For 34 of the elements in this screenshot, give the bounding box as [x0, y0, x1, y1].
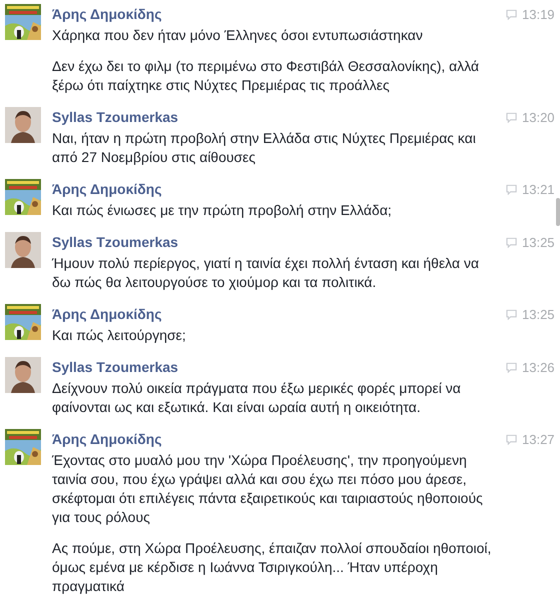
sender-name[interactable]: Syllas Tzoumerkas: [52, 234, 178, 250]
message-text: Δείχνουν πολύ οικεία πράγματα που έξω μερικές φορές μπορεί να φαίνονται ως και εξωτικά. Και είναι ωραία αυτή η οικειότητα.: [52, 379, 462, 417]
message-text: Και πώς ένιωσες με την πρώτη προβολή στην Ελλάδα;: [52, 201, 393, 220]
message-time: 13:21: [522, 182, 555, 196]
person-avatar-icon[interactable]: [5, 107, 41, 143]
message-time: 13:25: [522, 234, 555, 250]
comment-icon: [506, 236, 517, 248]
person-avatar-icon[interactable]: [5, 357, 41, 393]
sender-name[interactable]: Syllas Tzoumerkas: [52, 359, 178, 375]
message-text: Χάρηκα που δεν ήταν μόνο Έλληνες όσοι εντυπωσιάστηκαν: [52, 26, 424, 45]
message-time: 13:27: [522, 432, 555, 446]
comment-icon: [506, 434, 517, 444]
comment-icon: [506, 362, 517, 372]
message-text: Ναι, ήταν η πρώτη προβολή στην Ελλάδα στις Νύχτες Πρεμιέρας και από 27 Νοεμβρίου στις αίθουσες: [52, 129, 477, 167]
message-text: Ας πούμε, στη Χώρα Προέλευσης, έπαιζαν πολλοί σπουδαίοι ηθοποιοί, όμως εμένα με κέρδισε η Ιωάννα Τσιριγκούλη... Ήταν υπέροχη πραγματικά: [52, 539, 492, 596]
message-text: Και πώς λειτούργησε;: [52, 326, 187, 345]
message-time: 13:19: [522, 6, 555, 22]
person-avatar-icon[interactable]: [5, 232, 41, 268]
sender-name[interactable]: Άρης Δημοκίδης: [52, 431, 162, 447]
scrollbar-thumb[interactable]: [556, 198, 560, 226]
sender-name[interactable]: Syllas Tzoumerkas: [52, 109, 178, 125]
comment-icon: [506, 112, 517, 122]
message-text: Έχοντας στο μυαλό μου την 'Χώρα Προέλευσης', την προηγούμενη ταινία σου, που έχω γράψει αλλά και σου έχω πει πόσο μου άρεσε, σκέφτομαι ότι επιλέγεις πάντα εξαιρετικούς και ταιριαστούς ηθοποιούς για τους ρόλους: [52, 451, 484, 527]
sender-name[interactable]: Άρης Δημοκίδης: [52, 306, 162, 322]
message-text: Ήμουν πολύ περίεργος, γιατί η ταινία έχει πολλή ένταση και ήθελα να δω πώς θα λειτουργούσε το χιούμορ και τα πολιτικά.: [52, 254, 480, 292]
comment-icon: [506, 184, 517, 194]
message-time: 13:20: [522, 110, 555, 124]
comment-icon: [506, 308, 517, 320]
comment-icon: [506, 8, 517, 20]
sender-name[interactable]: Άρης Δημοκίδης: [52, 181, 162, 197]
message-time: 13:25: [522, 306, 555, 322]
message-text: Δεν έχω δει το φιλμ (το περιμένω στο Φεστιβάλ Θεσσαλονίκης), αλλά ξέρω ότι παίχτηκε στις Νύχτες Πρεμιέρας τις προάλλες: [52, 57, 480, 95]
message-time: 13:26: [522, 360, 555, 374]
sender-name[interactable]: Άρης Δημοκίδης: [52, 6, 162, 22]
